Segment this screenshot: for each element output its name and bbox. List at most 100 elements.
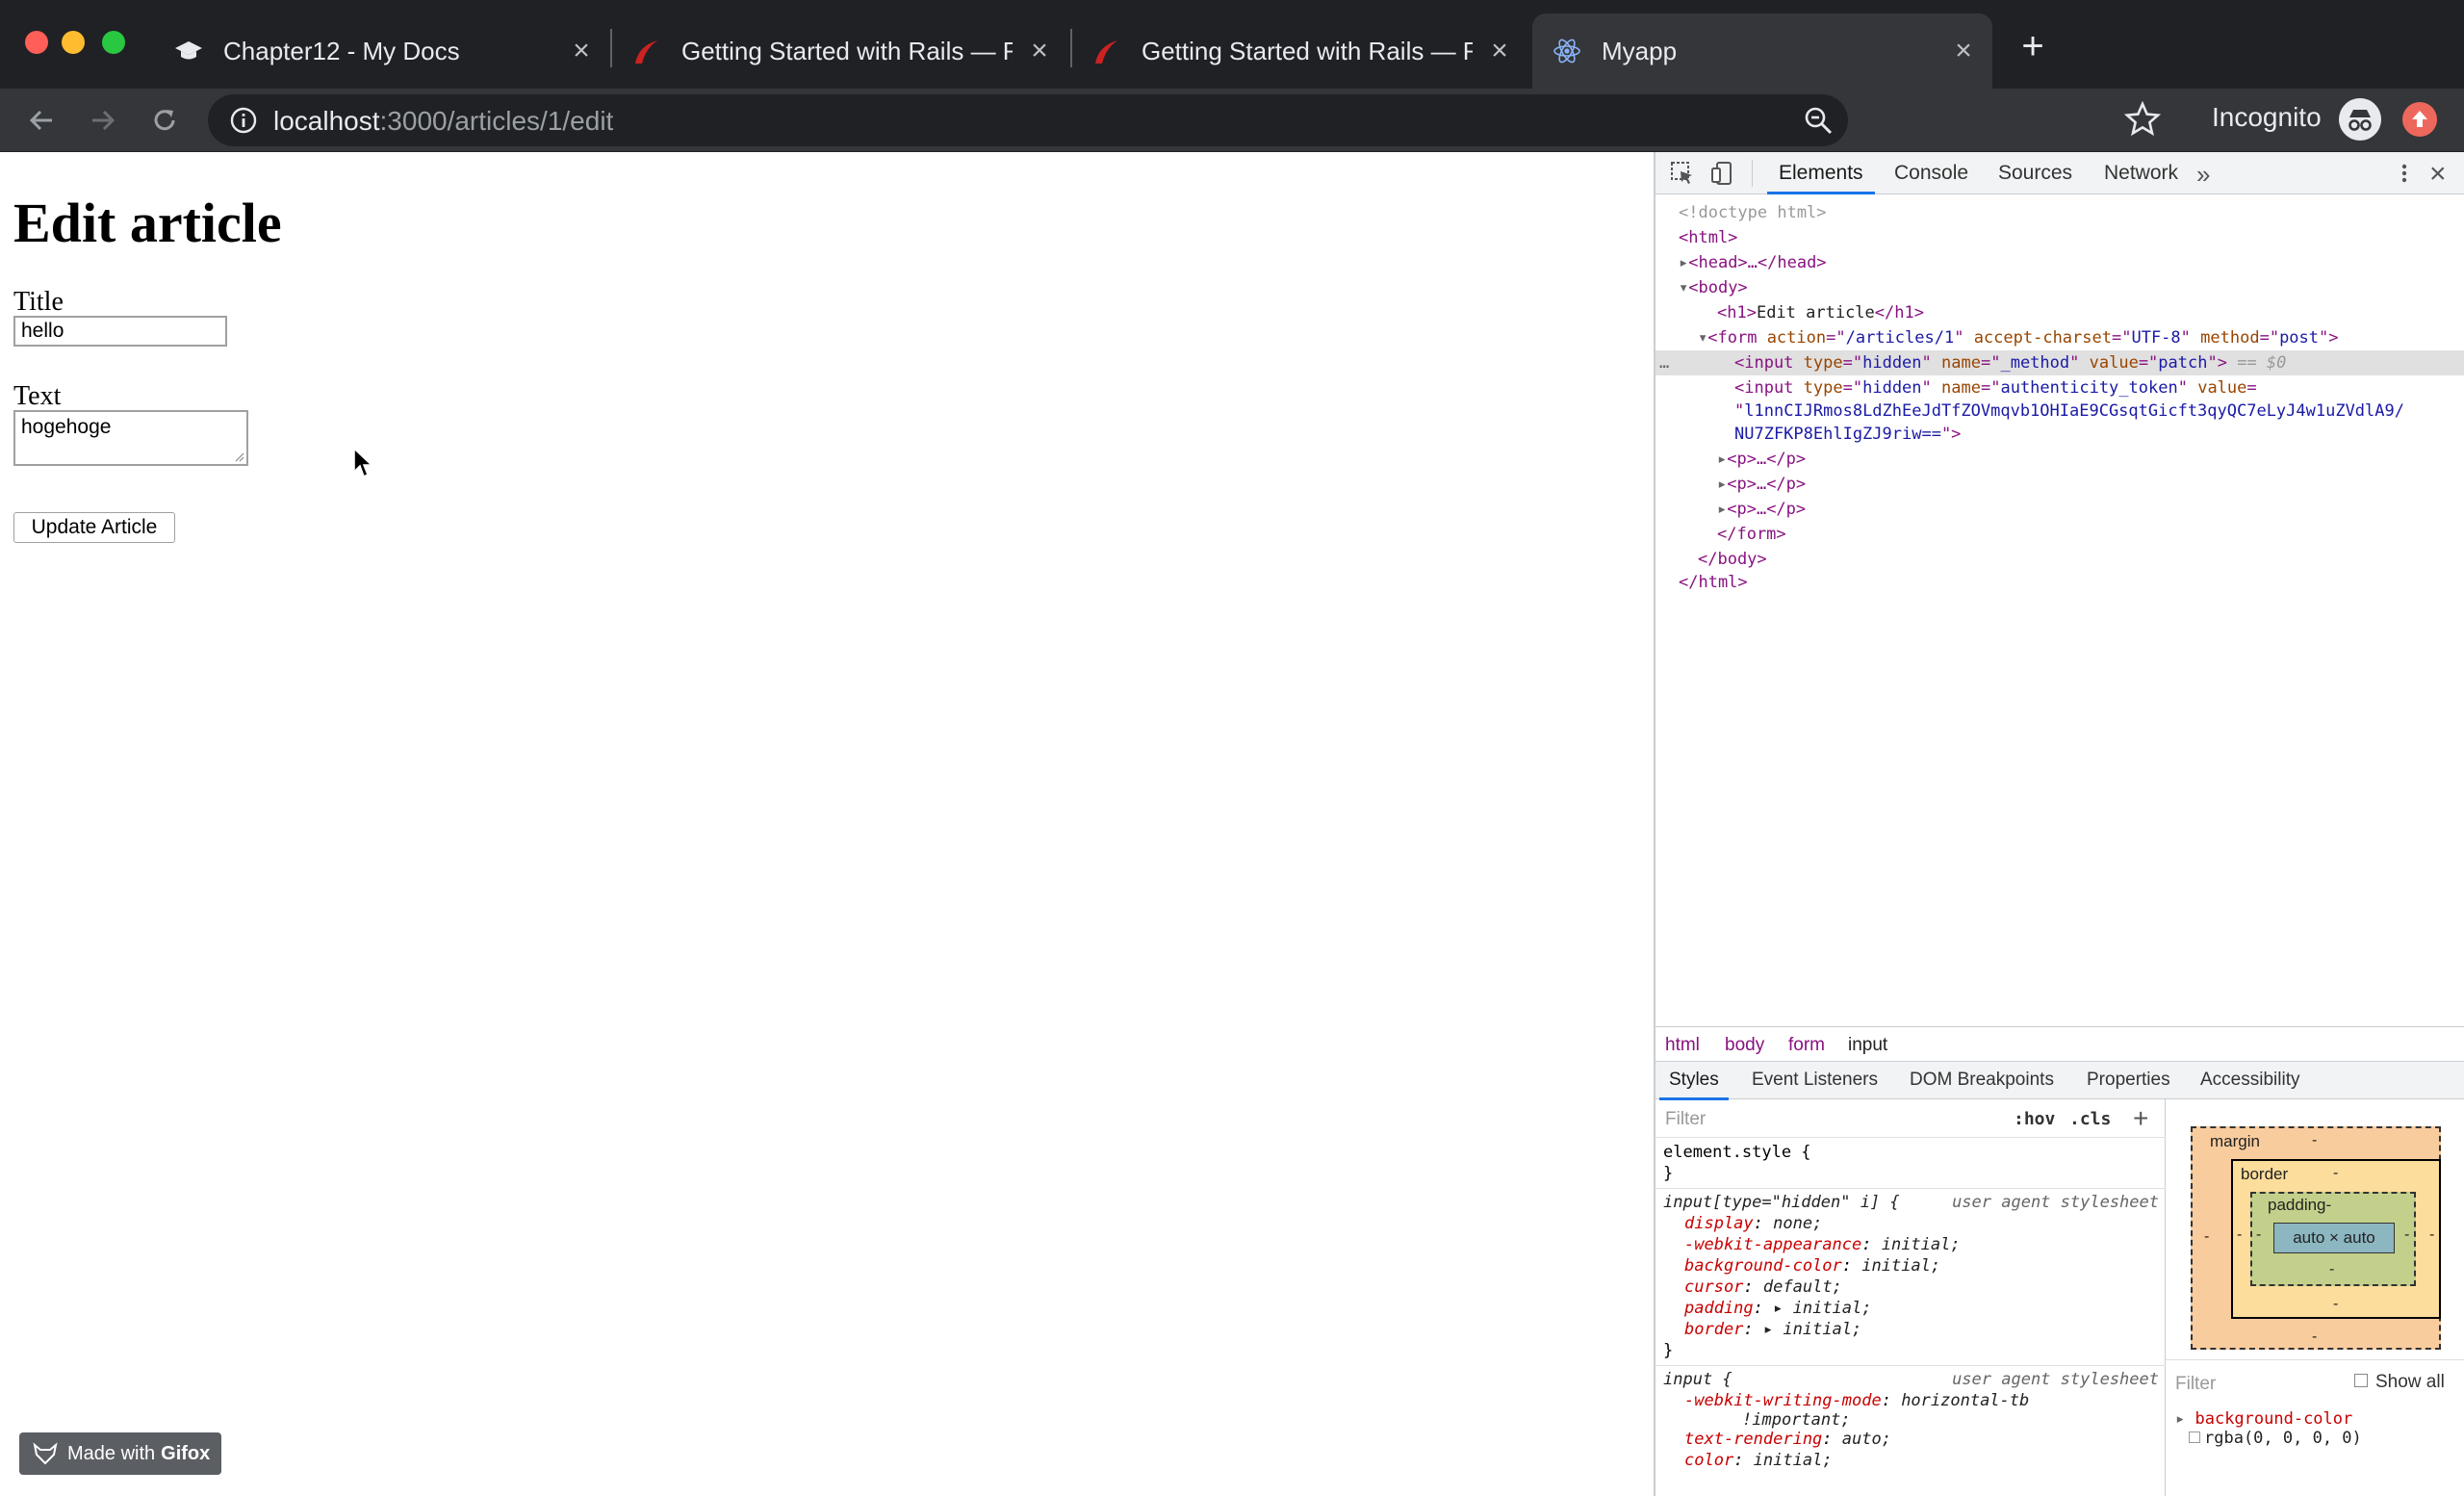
computed-filter-input[interactable]: Filter <box>2175 1374 2216 1395</box>
tab-styles[interactable]: Styles <box>1659 1062 1729 1100</box>
expand-triangle-icon[interactable]: ▸ <box>1717 475 1727 494</box>
info-icon[interactable] <box>229 106 258 135</box>
dom-line[interactable]: ▸<p>…</p> <box>1656 497 2464 522</box>
dom-line[interactable]: </html> <box>1656 570 2464 595</box>
show-all-checkbox[interactable] <box>2354 1374 2368 1387</box>
rule-selector[interactable]: input[type="hidden" i] { <box>1663 1192 1900 1213</box>
collapse-triangle-icon[interactable]: ▾ <box>1698 328 1707 348</box>
css-declaration[interactable]: display: none; <box>1684 1213 1822 1234</box>
breadcrumb-input[interactable]: input <box>1848 1035 1887 1056</box>
dom-line[interactable]: NU7ZFKP8EhlIgZJ9riw=="> <box>1656 422 2464 447</box>
breadcrumb-body[interactable]: body <box>1725 1035 1764 1056</box>
border-right-value[interactable]: - <box>2429 1226 2434 1244</box>
close-tab-icon[interactable]: × <box>1484 35 1515 66</box>
tab-network[interactable]: Network <box>2104 152 2178 194</box>
css-declaration[interactable]: border: ▸ initial; <box>1684 1319 1861 1340</box>
margin-left-value[interactable]: - <box>2204 1228 2209 1246</box>
box-model-border[interactable]: border - - - - padding- - - - auto × aut… <box>2231 1159 2441 1319</box>
zoom-icon[interactable] <box>1802 104 1835 137</box>
css-declaration[interactable]: color: initial; <box>1684 1450 1833 1471</box>
dom-line[interactable]: ▸<head>…</head> <box>1656 250 2464 275</box>
computed-property[interactable]: ▸ background-color rgba(0, 0, 0, 0) <box>2175 1409 2362 1448</box>
color-swatch[interactable] <box>2189 1432 2200 1443</box>
browser-tab-3[interactable]: Getting Started with Rails — Ru × <box>1091 13 1515 89</box>
border-bottom-value[interactable]: - <box>2333 1296 2338 1313</box>
browser-tab-active[interactable]: Myapp × <box>1532 13 1992 89</box>
dom-line[interactable]: </body> <box>1656 547 2464 572</box>
padding-bottom-value[interactable]: - <box>2329 1261 2334 1278</box>
reload-button[interactable] <box>144 100 185 141</box>
new-tab-button[interactable]: + <box>2015 27 2050 65</box>
padding-right-value[interactable]: - <box>2404 1226 2409 1244</box>
tab-dom-breakpoints[interactable]: DOM Breakpoints <box>1910 1062 2054 1100</box>
collapse-triangle-icon[interactable]: ▾ <box>1679 278 1688 297</box>
dom-line-selected[interactable]: <input type="hidden" name="_method" valu… <box>1656 350 2464 375</box>
box-model-content[interactable]: auto × auto <box>2273 1223 2395 1253</box>
expand-triangle-icon[interactable]: ▸ <box>1717 450 1727 469</box>
styles-filter-input[interactable]: Filter <box>1665 1109 1706 1130</box>
expand-triangle-icon[interactable]: ▸ <box>1717 500 1727 519</box>
window-zoom-button[interactable] <box>102 31 125 54</box>
dom-line[interactable]: ▾<form action="/articles/1" accept-chars… <box>1656 325 2464 350</box>
window-close-button[interactable] <box>25 31 48 54</box>
breadcrumb-form[interactable]: form <box>1788 1035 1825 1056</box>
more-tabs-icon[interactable]: » <box>2196 160 2210 190</box>
close-tab-icon[interactable]: × <box>566 35 597 66</box>
css-declaration[interactable]: background-color: initial; <box>1684 1255 1940 1277</box>
incognito-icon[interactable] <box>2339 98 2381 141</box>
dom-line[interactable]: <h1>Edit article</h1> <box>1656 300 2464 325</box>
text-textarea[interactable]: hogehoge <box>13 410 248 466</box>
padding-left-value[interactable]: - <box>2256 1226 2261 1244</box>
dom-line[interactable]: </form> <box>1656 522 2464 547</box>
element-style-selector[interactable]: element.style { <box>1663 1142 1811 1163</box>
tab-event-listeners[interactable]: Event Listeners <box>1752 1062 1878 1100</box>
bookmark-star-icon[interactable] <box>2123 100 2162 139</box>
title-input[interactable]: hello <box>13 316 227 347</box>
css-declaration[interactable]: cursor: default; <box>1684 1277 1842 1298</box>
dom-line[interactable]: <input type="hidden" name="authenticity_… <box>1656 375 2464 400</box>
dom-line[interactable]: <html> <box>1656 225 2464 250</box>
css-declaration[interactable]: -webkit-writing-mode: horizontal-tb <box>1684 1390 2029 1411</box>
tab-properties[interactable]: Properties <box>2087 1062 2170 1100</box>
dom-line[interactable]: ▸<p>…</p> <box>1656 472 2464 497</box>
dom-line[interactable]: <!doctype html> <box>1656 200 2464 225</box>
css-declaration[interactable]: -webkit-appearance: initial; <box>1684 1234 1961 1255</box>
close-tab-icon[interactable]: × <box>1024 35 1055 66</box>
dom-line[interactable]: "l1nnCIJRmos8LdZhEeJdTfZOVmqvb1OHIaE9CGs… <box>1656 399 2464 424</box>
rule-selector[interactable]: input { <box>1663 1369 1732 1390</box>
css-declaration[interactable]: text-rendering: auto; <box>1684 1429 1891 1450</box>
cls-toggle[interactable]: .cls <box>2069 1109 2111 1129</box>
margin-bottom-value[interactable]: - <box>2312 1328 2317 1346</box>
tab-elements[interactable]: Elements <box>1767 152 1875 194</box>
expand-triangle-icon[interactable]: ▸ <box>1679 253 1688 272</box>
close-tab-icon[interactable]: × <box>1948 35 1979 66</box>
kebab-menu-icon[interactable] <box>2393 160 2416 187</box>
dom-options-icon[interactable]: … <box>1659 350 1669 375</box>
back-button[interactable] <box>21 100 62 141</box>
new-rule-icon[interactable]: + <box>2133 1103 2148 1134</box>
update-article-button[interactable]: Update Article <box>13 512 175 543</box>
window-minimize-button[interactable] <box>62 31 85 54</box>
breadcrumb-html[interactable]: html <box>1665 1035 1700 1056</box>
hov-toggle[interactable]: :hov <box>2014 1109 2055 1129</box>
update-icon[interactable] <box>2402 102 2437 137</box>
inspect-element-icon[interactable] <box>1669 160 1696 187</box>
margin-top-value[interactable]: - <box>2312 1132 2317 1149</box>
box-model-margin[interactable]: margin - - - - border - - - - padding- -… <box>2191 1126 2441 1350</box>
border-left-value[interactable]: - <box>2237 1226 2242 1244</box>
tab-accessibility[interactable]: Accessibility <box>2200 1062 2299 1100</box>
resize-handle-icon[interactable] <box>233 451 244 462</box>
border-top-value[interactable]: - <box>2333 1165 2338 1182</box>
device-toolbar-icon[interactable] <box>1709 160 1736 187</box>
tab-sources[interactable]: Sources <box>1998 152 2072 194</box>
browser-tab-1[interactable]: Chapter12 - My Docs × <box>173 13 597 89</box>
css-declaration[interactable]: padding: ▸ initial; <box>1684 1298 1872 1319</box>
dom-line[interactable]: ▸<p>…</p> <box>1656 447 2464 472</box>
dom-line[interactable]: ▾<body> <box>1656 275 2464 300</box>
close-devtools-icon[interactable]: × <box>2429 158 2447 191</box>
browser-tab-2[interactable]: Getting Started with Rails — Ru × <box>631 13 1055 89</box>
forward-button[interactable] <box>83 100 123 141</box>
box-model-padding[interactable]: padding- - - - auto × auto <box>2250 1192 2416 1286</box>
tab-console[interactable]: Console <box>1894 152 1968 194</box>
address-bar[interactable]: localhost:3000/articles/1/edit <box>208 94 1848 146</box>
